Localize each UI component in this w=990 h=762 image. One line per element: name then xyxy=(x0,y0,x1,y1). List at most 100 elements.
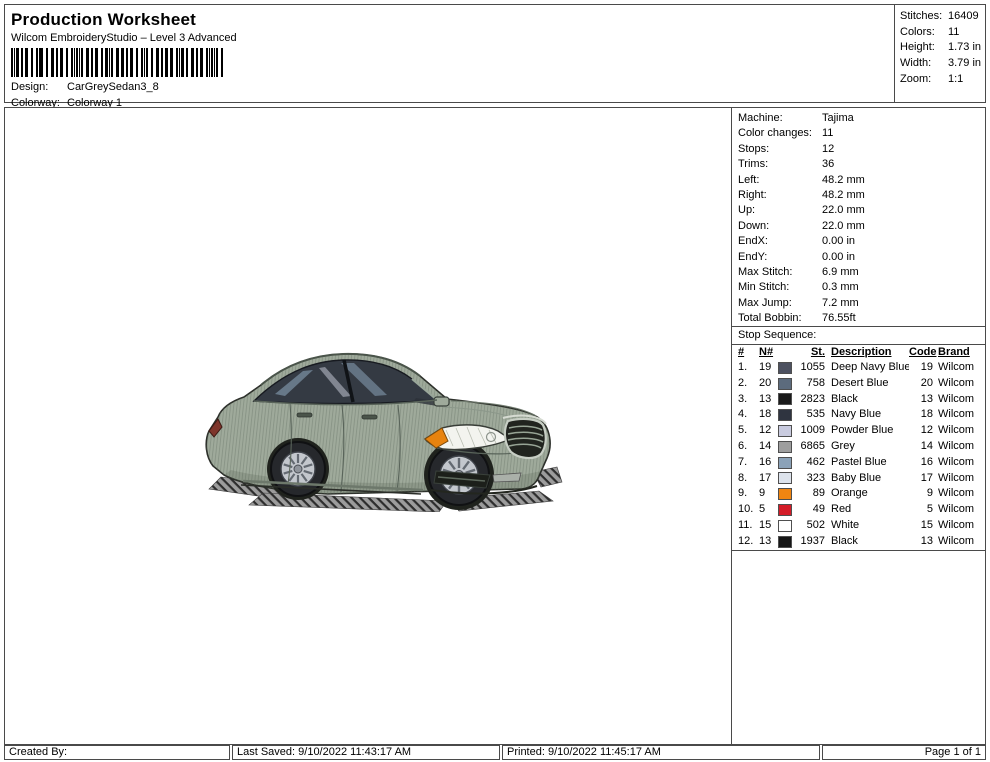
thread-color-swatch xyxy=(778,409,792,422)
stitch-count: 758 xyxy=(806,376,825,389)
info-panel: Machine: Tajima Color changes: 11 Stops:… xyxy=(731,107,986,745)
thread-color-swatch xyxy=(778,425,792,438)
needle-number: 13 xyxy=(759,392,772,405)
info-value: 48.2 mm xyxy=(822,173,865,186)
footer-printed: Printed: 9/10/2022 11:45:17 AM xyxy=(502,745,820,760)
production-worksheet-page: Production Worksheet Wilcom EmbroiderySt… xyxy=(0,0,990,762)
design-preview-area xyxy=(4,107,732,745)
info-label: Trims: xyxy=(738,158,769,171)
design-barcode xyxy=(11,48,223,77)
col-header-brand: Brand xyxy=(938,345,970,358)
thread-brand: Wilcom xyxy=(938,487,975,500)
thread-brand: Wilcom xyxy=(938,471,975,484)
info-value: 76.55ft xyxy=(822,312,856,325)
table-row: 10. 5 49 Red 5 Wilcom xyxy=(732,502,985,518)
needle-number: 5 xyxy=(759,503,766,516)
stop-sequence-title: Stop Sequence: xyxy=(732,327,985,345)
info-value: 16409 xyxy=(948,10,979,22)
info-row: Zoom: 1:1 xyxy=(895,72,985,88)
thread-brand: Wilcom xyxy=(938,534,975,547)
thread-code: 14 xyxy=(920,439,933,452)
info-row: Right: 48.2 mm xyxy=(732,188,985,203)
info-label: Colors: xyxy=(900,25,935,38)
info-value: 1:1 xyxy=(948,72,964,85)
thread-brand: Wilcom xyxy=(938,503,975,516)
thread-brand: Wilcom xyxy=(938,424,975,437)
thread-color-swatch xyxy=(778,519,792,532)
thread-description: White xyxy=(831,518,860,531)
needle-number: 16 xyxy=(759,455,772,468)
thread-description: Desert Blue xyxy=(831,376,889,389)
info-value: 0.00 in xyxy=(822,250,856,263)
needle-number: 12 xyxy=(759,424,772,437)
thread-code: 13 xyxy=(920,392,933,405)
needle-number: 14 xyxy=(759,439,772,452)
row-number: 4. xyxy=(738,408,748,421)
info-value: 1.73 in xyxy=(948,41,982,54)
info-row: Up: 22.0 mm xyxy=(732,203,985,218)
footer-created-by: Created By: xyxy=(4,745,230,760)
thread-code: 5 xyxy=(926,503,933,516)
thread-description: Deep Navy Blue xyxy=(831,361,909,373)
info-label: EndY: xyxy=(738,250,768,263)
info-label: Min Stitch: xyxy=(738,281,790,294)
thread-brand: Wilcom xyxy=(938,376,975,389)
header: Production Worksheet Wilcom EmbroiderySt… xyxy=(4,4,895,109)
row-number: 2. xyxy=(738,376,748,389)
thread-brand: Wilcom xyxy=(938,408,975,421)
info-value: 0.3 mm xyxy=(822,281,859,294)
info-row: Max Jump: 7.2 mm xyxy=(732,296,985,311)
info-label: Total Bobbin: xyxy=(738,312,802,325)
stitch-count: 535 xyxy=(806,408,825,421)
thread-description: Powder Blue xyxy=(831,424,894,437)
info-value: 11 xyxy=(822,127,834,140)
summary-panel: Stitches: 16409 Colors: 11 Height: 1.73 … xyxy=(894,4,986,103)
stop-sequence-body: 1. 19 1055 Deep Navy Blue 19 Wilcom 2. 2… xyxy=(732,360,985,550)
thread-brand: Wilcom xyxy=(938,518,975,531)
table-row: 9. 9 89 Orange 9 Wilcom xyxy=(732,486,985,502)
stitch-count: 49 xyxy=(812,503,825,516)
thread-code: 12 xyxy=(920,424,933,437)
thread-code: 13 xyxy=(920,534,933,547)
stitch-count: 502 xyxy=(806,518,825,531)
panel-empty-space xyxy=(732,551,985,744)
stop-sequence-table: # N# St. Description Code Brand 1. 19 10… xyxy=(732,345,985,551)
thread-color-swatch xyxy=(778,440,792,453)
table-row: 1. 19 1055 Deep Navy Blue 19 Wilcom xyxy=(732,360,985,376)
thread-brand: Wilcom xyxy=(938,455,975,468)
thread-description: Orange xyxy=(831,487,868,500)
stitch-count: 323 xyxy=(806,471,825,484)
car-embroidery-preview xyxy=(191,344,563,513)
row-number: 3. xyxy=(738,392,748,405)
thread-color-swatch xyxy=(778,535,792,548)
table-header-row: # N# St. Description Code Brand xyxy=(732,345,985,360)
info-label: Right: xyxy=(738,188,767,201)
info-row: EndY: 0.00 in xyxy=(732,250,985,265)
info-label: Max Jump: xyxy=(738,296,792,309)
side-mirror xyxy=(433,396,450,407)
thread-code: 19 xyxy=(920,361,933,373)
col-header-needle: N# xyxy=(759,345,774,358)
info-value: 36 xyxy=(822,158,835,171)
col-header-num: # xyxy=(738,345,745,358)
thread-color-swatch xyxy=(778,504,792,517)
info-label: Stops: xyxy=(738,142,770,155)
info-row: EndX: 0.00 in xyxy=(732,234,985,249)
row-number: 6. xyxy=(738,439,748,452)
info-label: Zoom: xyxy=(900,72,932,85)
table-row: 2. 20 758 Desert Blue 20 Wilcom xyxy=(732,376,985,392)
design-row: Design: CarGreySedan3_8 xyxy=(11,80,894,96)
info-label: Machine: xyxy=(738,112,783,124)
info-row: Trims: 36 xyxy=(732,157,985,172)
stitch-count: 89 xyxy=(812,487,825,500)
table-row: 4. 18 535 Navy Blue 18 Wilcom xyxy=(732,407,985,423)
info-row: Stops: 12 xyxy=(732,142,985,157)
thread-code: 16 xyxy=(920,455,933,468)
thread-description: Navy Blue xyxy=(831,408,882,421)
info-value: 22.0 mm xyxy=(822,204,865,217)
thread-description: Black xyxy=(831,534,858,547)
stitch-count: 1937 xyxy=(800,534,825,547)
info-value: 48.2 mm xyxy=(822,188,865,201)
row-number: 11. xyxy=(738,518,753,531)
info-row: Color changes: 11 xyxy=(732,126,985,141)
